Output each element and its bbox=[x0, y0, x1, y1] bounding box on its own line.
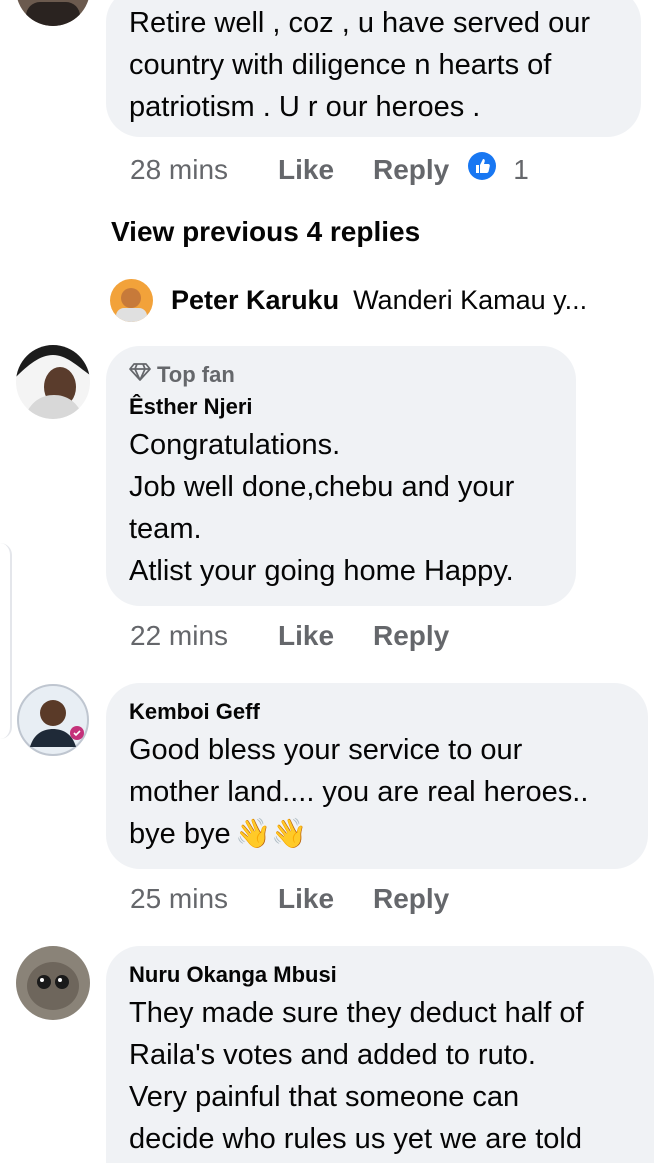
comment-text: Congratulations. Job well done,chebu and… bbox=[129, 429, 515, 587]
comment-bubble: Top fan Êsther Njeri Congratulations. Jo… bbox=[106, 346, 576, 606]
reply-button[interactable]: Reply bbox=[373, 154, 449, 186]
reply-author: Peter Karuku bbox=[171, 285, 340, 315]
reply-preview[interactable]: Peter Karuku Wanderi Kamau y... bbox=[110, 279, 587, 322]
comment-text: Good bless your service to our mother la… bbox=[129, 734, 589, 850]
avatar[interactable] bbox=[16, 683, 90, 757]
top-fan-badge: Top fan bbox=[129, 362, 554, 388]
comment-text-wrap: Good bless your service to our mother la… bbox=[129, 729, 626, 855]
comment-author[interactable]: Kemboi Geff bbox=[129, 699, 626, 725]
reply-button[interactable]: Reply bbox=[373, 620, 449, 652]
scroll-edge bbox=[0, 543, 12, 739]
reply-button[interactable]: Reply bbox=[373, 883, 449, 915]
reaction-count: 1 bbox=[513, 153, 529, 185]
comment-author[interactable]: Nuru Okanga Mbusi bbox=[129, 962, 632, 988]
comment-text: They made sure they deduct half of Raila… bbox=[129, 997, 584, 1155]
comment-timestamp[interactable]: 28 mins bbox=[130, 154, 278, 186]
avatar[interactable] bbox=[16, 345, 90, 419]
comment-actions: 22 mins Like Reply bbox=[130, 620, 449, 652]
comment-text: Retire well , coz , u have served our co… bbox=[129, 7, 590, 123]
waving-hand-emoji: 👋👋 bbox=[235, 818, 308, 850]
comment-bubble: Retire well , coz , u have served our co… bbox=[106, 0, 641, 137]
reaction-summary[interactable]: 1 bbox=[467, 151, 529, 188]
comment-actions: 28 mins Like Reply 1 bbox=[130, 151, 529, 188]
like-thumb-icon bbox=[467, 151, 497, 188]
reply-snippet: Wanderi Kamau y... bbox=[353, 285, 588, 315]
avatar[interactable] bbox=[16, 946, 90, 1020]
diamond-icon bbox=[129, 362, 157, 388]
view-previous-replies-link[interactable]: View previous 4 replies bbox=[111, 216, 420, 248]
like-button[interactable]: Like bbox=[278, 154, 373, 186]
like-button[interactable]: Like bbox=[278, 620, 373, 652]
avatar bbox=[110, 279, 153, 322]
comment-bubble: Nuru Okanga Mbusi They made sure they de… bbox=[106, 946, 654, 1163]
comment-actions: 25 mins Like Reply bbox=[130, 883, 449, 915]
comment-bubble: Kemboi Geff Good bless your service to o… bbox=[106, 683, 648, 869]
top-fan-label: Top fan bbox=[157, 362, 235, 387]
avatar[interactable] bbox=[16, 0, 90, 26]
comment-timestamp[interactable]: 22 mins bbox=[130, 620, 278, 652]
comment-timestamp[interactable]: 25 mins bbox=[130, 883, 278, 915]
comment-author[interactable]: Êsther Njeri bbox=[129, 394, 554, 420]
like-button[interactable]: Like bbox=[278, 883, 373, 915]
